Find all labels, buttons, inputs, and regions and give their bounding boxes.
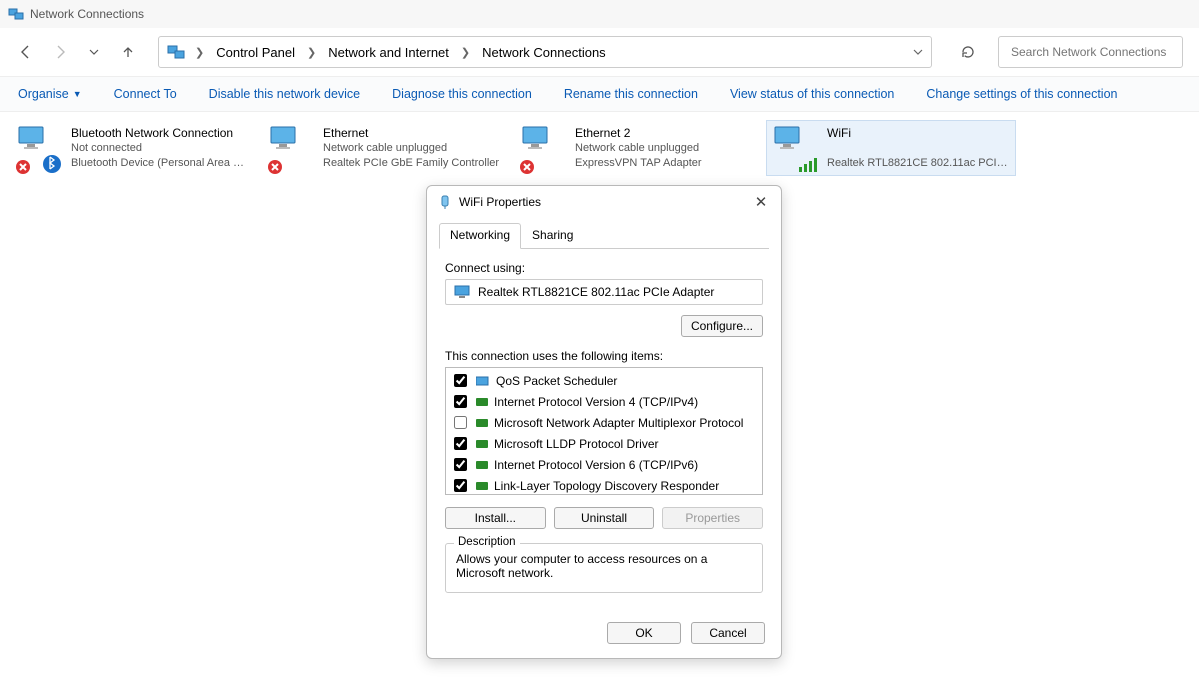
connection-name: Ethernet 2: [575, 125, 702, 141]
items-label: This connection uses the following items…: [445, 349, 763, 363]
protocol-label: Internet Protocol Version 6 (TCP/IPv6): [494, 458, 698, 472]
connection-device: Realtek PCIe GbE Family Controller: [323, 156, 499, 171]
connection-icon: [17, 125, 65, 173]
protocol-icon: [476, 419, 488, 427]
search-box[interactable]: [998, 36, 1183, 68]
protocol-label: Link-Layer Topology Discovery Responder: [494, 479, 719, 493]
connection-icon: [773, 125, 821, 173]
diagnose-button[interactable]: Diagnose this connection: [392, 87, 532, 101]
connection-name: WiFi: [827, 125, 1009, 141]
connection-icon: [269, 125, 317, 173]
wifi-properties-dialog: WiFi Properties ✕ Networking Sharing Con…: [426, 185, 782, 659]
crumb-network-connections[interactable]: Network Connections: [480, 45, 608, 60]
uninstall-button[interactable]: Uninstall: [554, 507, 655, 529]
chevron-right-icon: ❯: [191, 46, 208, 59]
adapter-box[interactable]: Realtek RTL8821CE 802.11ac PCIe Adapter: [445, 279, 763, 305]
organise-menu[interactable]: Organise▼: [18, 87, 82, 101]
protocol-item[interactable]: Microsoft Network Adapter Multiplexor Pr…: [450, 412, 758, 433]
protocol-icon: [476, 482, 488, 490]
protocol-item[interactable]: Internet Protocol Version 6 (TCP/IPv6): [450, 454, 758, 475]
protocol-checkbox[interactable]: [454, 374, 467, 387]
chevron-down-icon[interactable]: [913, 47, 923, 57]
crumb-network-internet[interactable]: Network and Internet: [326, 45, 451, 60]
connection-device: ExpressVPN TAP Adapter: [575, 156, 702, 171]
description-text: Allows your computer to access resources…: [456, 552, 752, 580]
install-button[interactable]: Install...: [445, 507, 546, 529]
protocol-item[interactable]: Link-Layer Topology Discovery Responder: [450, 475, 758, 494]
dialog-footer: OK Cancel: [427, 612, 781, 658]
monitor-icon: [454, 285, 470, 299]
protocol-icon: [476, 461, 488, 469]
connection-name: Bluetooth Network Connection: [71, 125, 244, 141]
connection-device: Realtek RTL8821CE 802.11ac PCIe …: [827, 156, 1009, 171]
close-button[interactable]: ✕: [751, 193, 771, 211]
protocol-checkbox[interactable]: [454, 395, 467, 408]
tab-sharing[interactable]: Sharing: [521, 223, 584, 249]
dialog-title: WiFi Properties: [459, 195, 541, 209]
connection-item[interactable]: WiFi Realtek RTL8821CE 802.11ac PCIe …: [766, 120, 1016, 176]
connection-status: Network cable unplugged: [323, 141, 499, 156]
window-title: Network Connections: [30, 7, 144, 21]
dialog-titlebar: WiFi Properties ✕: [427, 186, 781, 218]
connections-list: Bluetooth Network ConnectionNot connecte…: [0, 112, 1199, 184]
adapter-name: Realtek RTL8821CE 802.11ac PCIe Adapter: [478, 285, 714, 299]
up-button[interactable]: [118, 42, 138, 62]
protocol-checkbox[interactable]: [454, 458, 467, 471]
protocol-item[interactable]: Microsoft LLDP Protocol Driver: [450, 433, 758, 454]
scheduler-icon: [476, 375, 490, 387]
dialog-tabs: Networking Sharing: [439, 222, 769, 249]
properties-button: Properties: [662, 507, 763, 529]
protocol-label: Internet Protocol Version 4 (TCP/IPv4): [494, 395, 698, 409]
connection-name: Ethernet: [323, 125, 499, 141]
refresh-button[interactable]: [952, 36, 984, 68]
protocol-item[interactable]: Internet Protocol Version 4 (TCP/IPv4): [450, 391, 758, 412]
protocol-label: QoS Packet Scheduler: [496, 374, 617, 388]
protocol-label: Microsoft LLDP Protocol Driver: [494, 437, 659, 451]
search-input[interactable]: [1009, 44, 1172, 60]
connection-item[interactable]: EthernetNetwork cable unpluggedRealtek P…: [262, 120, 512, 176]
items-listbox[interactable]: QoS Packet Scheduler Internet Protocol Ve…: [445, 367, 763, 495]
protocol-item[interactable]: QoS Packet Scheduler: [450, 370, 758, 391]
connection-item[interactable]: Bluetooth Network ConnectionNot connecte…: [10, 120, 260, 176]
tab-networking[interactable]: Networking: [439, 223, 521, 249]
command-bar: Organise▼ Connect To Disable this networ…: [0, 76, 1199, 112]
description-group: Description Allows your computer to acce…: [445, 543, 763, 593]
nav-toolbar: ❯ Control Panel ❯ Network and Internet ❯…: [0, 28, 1199, 76]
window-titlebar: Network Connections: [0, 0, 1199, 28]
description-legend: Description: [454, 536, 520, 548]
protocol-icon: [476, 440, 488, 448]
connection-item[interactable]: Ethernet 2Network cable unpluggedExpress…: [514, 120, 764, 176]
recent-button[interactable]: [84, 42, 104, 62]
configure-button[interactable]: Configure...: [681, 315, 763, 337]
protocol-label: Microsoft Network Adapter Multiplexor Pr…: [494, 416, 743, 430]
wifi-adapter-icon: [437, 194, 453, 210]
cancel-button[interactable]: Cancel: [691, 622, 765, 644]
back-button[interactable]: [16, 42, 36, 62]
chevron-right-icon: ❯: [457, 46, 474, 59]
connection-status: Network cable unplugged: [575, 141, 702, 156]
disable-device-button[interactable]: Disable this network device: [209, 87, 360, 101]
connect-using-label: Connect using:: [445, 261, 763, 275]
protocol-checkbox[interactable]: [454, 437, 467, 450]
protocol-checkbox[interactable]: [454, 416, 467, 429]
change-settings-button[interactable]: Change settings of this connection: [926, 87, 1117, 101]
connection-status: [827, 141, 1009, 156]
connection-icon: [521, 125, 569, 173]
chevron-right-icon: ❯: [303, 46, 320, 59]
connect-to-button[interactable]: Connect To: [114, 87, 177, 101]
control-panel-icon: [167, 43, 185, 61]
protocol-icon: [476, 398, 488, 406]
rename-button[interactable]: Rename this connection: [564, 87, 698, 101]
forward-button[interactable]: [50, 42, 70, 62]
protocol-checkbox[interactable]: [454, 479, 467, 492]
address-bar[interactable]: ❯ Control Panel ❯ Network and Internet ❯…: [158, 36, 932, 68]
ok-button[interactable]: OK: [607, 622, 681, 644]
connection-status: Not connected: [71, 141, 244, 156]
connection-device: Bluetooth Device (Personal Area …: [71, 156, 244, 171]
crumb-control-panel[interactable]: Control Panel: [214, 45, 297, 60]
view-status-button[interactable]: View status of this connection: [730, 87, 894, 101]
network-icon: [8, 6, 24, 22]
dialog-body: Connect using: Realtek RTL8821CE 802.11a…: [427, 249, 781, 612]
